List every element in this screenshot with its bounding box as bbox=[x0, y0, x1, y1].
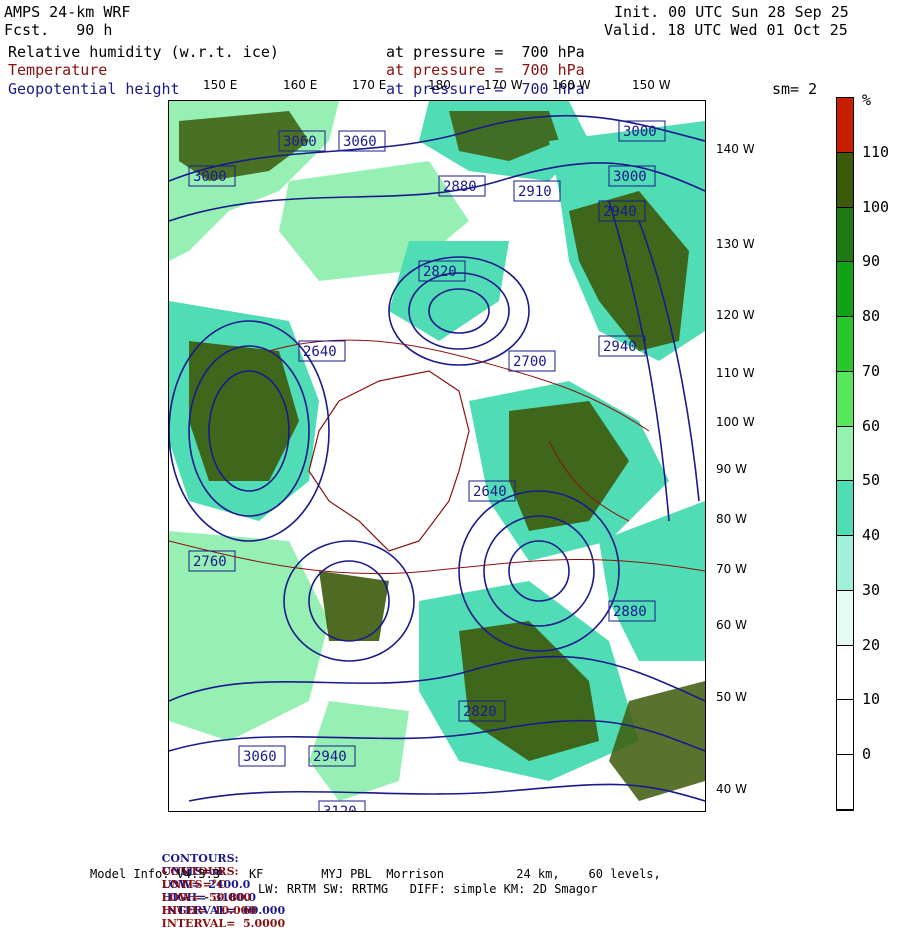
svg-text:2760: 2760 bbox=[193, 554, 227, 570]
smoothing-label: sm= 2 bbox=[772, 80, 818, 98]
colorbar-segment bbox=[837, 536, 853, 591]
lon-label-right: 110 W bbox=[716, 366, 755, 380]
colorbar-segment bbox=[837, 700, 853, 756]
lon-label-right: 120 W bbox=[716, 308, 755, 322]
colorbar-segment bbox=[837, 317, 853, 372]
colorbar-segment bbox=[837, 426, 853, 482]
lon-label-top: 160 E bbox=[283, 78, 318, 92]
svg-text:2820: 2820 bbox=[463, 704, 497, 720]
colorbar-label: 60 bbox=[862, 416, 881, 435]
lon-label-right: 80 W bbox=[716, 512, 747, 526]
field-rh-name: Relative humidity (w.r.t. ice) bbox=[8, 43, 279, 61]
field-rh-level: at pressure = 700 hPa bbox=[386, 43, 585, 61]
footer-model-info: Model Info: V4.3.3 KF MYJ PBL Morrison 2… bbox=[90, 867, 661, 881]
lon-label-top: 160 W bbox=[552, 78, 591, 92]
lon-label-right: 60 W bbox=[716, 618, 747, 632]
svg-text:2700: 2700 bbox=[513, 354, 547, 370]
svg-text:2640: 2640 bbox=[473, 484, 507, 500]
colorbar-segment bbox=[837, 481, 853, 537]
colorbar-label: 90 bbox=[862, 252, 881, 271]
lon-label-right: 50 W bbox=[716, 690, 747, 704]
svg-text:2880: 2880 bbox=[443, 179, 477, 195]
svg-text:2910: 2910 bbox=[518, 184, 552, 200]
svg-text:3060: 3060 bbox=[283, 134, 317, 150]
colorbar-segment bbox=[837, 645, 853, 701]
lon-label-right: 40 W bbox=[716, 782, 747, 796]
svg-text:3000: 3000 bbox=[613, 169, 647, 185]
svg-text:3000: 3000 bbox=[193, 169, 227, 185]
svg-text:2820: 2820 bbox=[423, 264, 457, 280]
map-canvas: 3060 3060 3000 2880 2910 3000 2940 2820 2640 2700… bbox=[169, 101, 705, 811]
svg-text:2940: 2940 bbox=[603, 204, 637, 220]
lon-label-right: 70 W bbox=[716, 562, 747, 576]
colorbar-unit: % bbox=[862, 91, 872, 109]
colorbar-segment bbox=[837, 262, 853, 318]
colorbar-label: 110 bbox=[862, 142, 890, 161]
svg-text:3060: 3060 bbox=[243, 749, 277, 765]
lon-label-top: 150 E bbox=[203, 78, 238, 92]
colorbar bbox=[836, 97, 854, 811]
forecast-hour: Fcst. 90 h bbox=[4, 21, 113, 39]
colorbar-label: 20 bbox=[862, 635, 881, 654]
height-label: 2910 bbox=[513, 180, 561, 202]
lon-label-right: 100 W bbox=[716, 415, 755, 429]
svg-text:2880: 2880 bbox=[613, 604, 647, 620]
lon-label-top: 170 W bbox=[484, 78, 523, 92]
colorbar-segment bbox=[837, 590, 853, 646]
svg-text:3000: 3000 bbox=[623, 124, 657, 140]
field-temp-name: Temperature bbox=[8, 61, 108, 79]
height-label: 3120 bbox=[318, 800, 366, 811]
map-panel: 3060 3060 3000 2880 2910 3000 2940 2820 2640 2700… bbox=[168, 100, 706, 812]
colorbar-segment bbox=[837, 98, 853, 153]
svg-text:2940: 2940 bbox=[603, 339, 637, 355]
init-time: Init. 00 UTC Sun 28 Sep 25 bbox=[614, 3, 849, 21]
colorbar-segment bbox=[837, 152, 853, 208]
model-title: AMPS 24-km WRF bbox=[4, 3, 131, 21]
colorbar-label: 40 bbox=[862, 526, 881, 545]
colorbar-segment bbox=[837, 755, 853, 810]
colorbar-label: 50 bbox=[862, 471, 881, 490]
height-label: 3060 bbox=[238, 745, 286, 767]
colorbar-segment bbox=[837, 207, 853, 263]
colorbar-label: 30 bbox=[862, 580, 881, 599]
field-height-name: Geopotential height bbox=[8, 80, 180, 98]
footer-temp-high: HIGH= 10.000 bbox=[161, 904, 256, 917]
colorbar-segment bbox=[837, 371, 853, 427]
height-label: 2640 bbox=[298, 340, 346, 362]
colorbar-label: 100 bbox=[862, 197, 890, 216]
colorbar-label: 70 bbox=[862, 361, 881, 380]
antarctica-landmass bbox=[308, 370, 470, 552]
footer-temp-interval: INTERVAL= 5.0000 bbox=[161, 917, 286, 930]
lon-label-right: 140 W bbox=[716, 142, 755, 156]
svg-text:3120: 3120 bbox=[323, 804, 357, 811]
svg-text:2940: 2940 bbox=[313, 749, 347, 765]
lon-label-top: 180 bbox=[428, 78, 451, 92]
colorbar-label: 0 bbox=[862, 745, 872, 764]
lon-label-right: 90 W bbox=[716, 462, 747, 476]
lon-label-top: 150 W bbox=[632, 78, 671, 92]
colorbar-label: 80 bbox=[862, 307, 881, 326]
lon-label-top: 170 E bbox=[352, 78, 387, 92]
field-temp-level: at pressure = 700 hPa bbox=[386, 61, 585, 79]
svg-text:2640: 2640 bbox=[303, 344, 337, 360]
height-label: 2700 bbox=[508, 350, 556, 372]
svg-text:3060: 3060 bbox=[343, 134, 377, 150]
valid-time: Valid. 18 UTC Wed 01 Oct 25 bbox=[604, 21, 848, 39]
footer-temp-low: LOW= -50.000 bbox=[161, 891, 252, 904]
lon-label-right: 130 W bbox=[716, 237, 755, 251]
footer-physics-info: LW: RRTM SW: RRTMG DIFF: simple KM: 2D S… bbox=[258, 882, 598, 896]
colorbar-label: 10 bbox=[862, 690, 881, 709]
